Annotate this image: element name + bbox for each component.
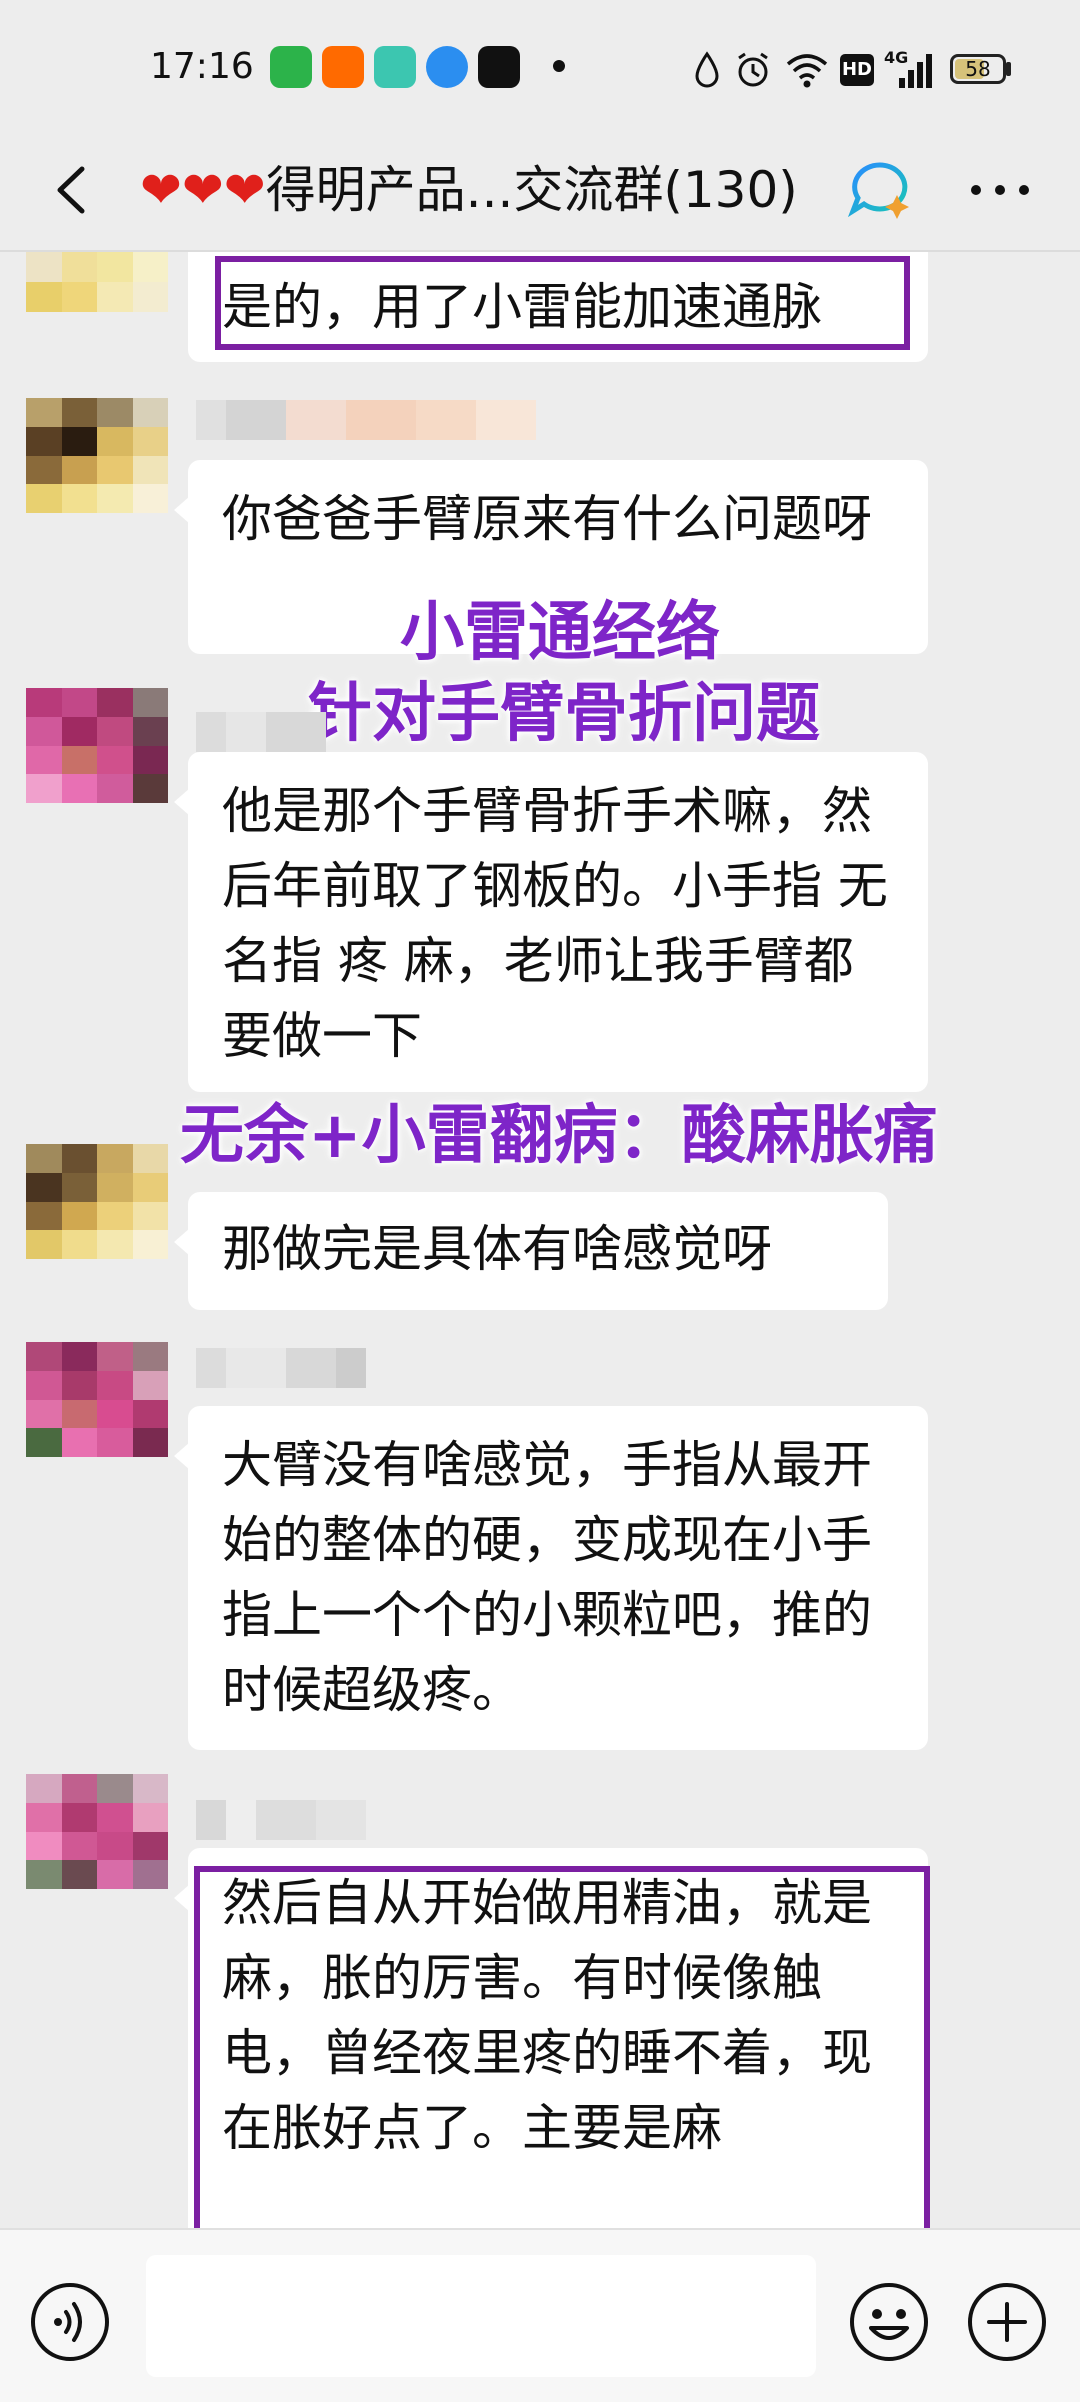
avatar[interactable] xyxy=(26,688,168,803)
message-bubble[interactable]: 那做完是具体有啥感觉呀 xyxy=(174,1192,888,1310)
avatar[interactable] xyxy=(26,1342,168,1457)
status-bar: 17:16 HD 4G 58 xyxy=(0,0,1080,130)
avatar[interactable] xyxy=(26,1144,168,1259)
sender-nickname xyxy=(196,1800,366,1840)
battery-percent: 58 xyxy=(965,57,991,81)
sender-nickname xyxy=(196,400,536,440)
battery-cap xyxy=(1006,62,1011,76)
plus-button[interactable] xyxy=(965,2280,1049,2364)
hearts-emoji: ❤❤❤ xyxy=(140,161,266,219)
avatar[interactable] xyxy=(26,1774,168,1889)
sender-nickname xyxy=(196,712,326,752)
message-input[interactable] xyxy=(146,2255,816,2377)
message-bubble[interactable]: 他是那个手臂骨折手术嘛，然后年前取了钢板的。小手指 无名指 疼 麻，老师让我手臂… xyxy=(174,752,928,1092)
video-app-icon xyxy=(270,46,312,88)
tiktok-app-icon xyxy=(478,46,520,88)
more-options-button[interactable] xyxy=(960,155,1040,225)
drop-icon xyxy=(695,51,719,88)
signal-icon xyxy=(899,54,932,88)
message-text: 你爸爸手臂原来有什么问题呀 xyxy=(222,490,872,548)
input-bar xyxy=(0,2228,1080,2402)
highlight-box xyxy=(194,1866,930,2242)
emoji-button[interactable] xyxy=(847,2280,931,2364)
status-time: 17:16 xyxy=(150,46,254,87)
message-bubble[interactable]: 大臂没有啥感觉，手指从最开始的整体的硬，变成现在小手指上一个个的小颗粒吧，推的时… xyxy=(174,1406,928,1750)
sender-nickname xyxy=(196,1348,366,1388)
wifi-icon xyxy=(786,54,828,88)
ai-assistant-icon[interactable] xyxy=(845,155,915,225)
message-text: 大臂没有啥感觉，手指从最开始的整体的硬，变成现在小手指上一个个的小颗粒吧，推的时… xyxy=(222,1436,872,1719)
chat-title[interactable]: ❤❤❤得明产品...交流群(130) xyxy=(140,160,798,220)
annotation-text: 无余+小雷翻病：酸麻胀痛 xyxy=(180,1099,938,1173)
avatar[interactable] xyxy=(26,252,168,312)
back-button[interactable] xyxy=(38,155,108,225)
annotation-text: 针对手臂骨折问题 xyxy=(308,677,820,751)
battery-icon: 58 xyxy=(950,54,1006,84)
notification-dot xyxy=(553,60,565,72)
voice-input-button[interactable] xyxy=(28,2280,112,2364)
chat-header: ❤❤❤得明产品...交流群(130) xyxy=(0,130,1080,250)
message-text: 那做完是具体有啥感觉呀 xyxy=(222,1220,772,1278)
browser-app-icon xyxy=(426,46,468,88)
highlight-box xyxy=(215,256,910,350)
message-text: 他是那个手臂骨折手术嘛，然后年前取了钢板的。小手指 无名指 疼 麻，老师让我手臂… xyxy=(222,782,888,1065)
annotation-text: 小雷通经络 xyxy=(400,596,720,670)
group-name: 得明产品...交流群(130) xyxy=(265,161,798,219)
alarm-icon xyxy=(738,52,768,87)
taobao-app-icon xyxy=(322,46,364,88)
hd-badge: HD xyxy=(840,54,874,86)
gallery-app-icon xyxy=(374,46,416,88)
avatar[interactable] xyxy=(26,398,168,513)
